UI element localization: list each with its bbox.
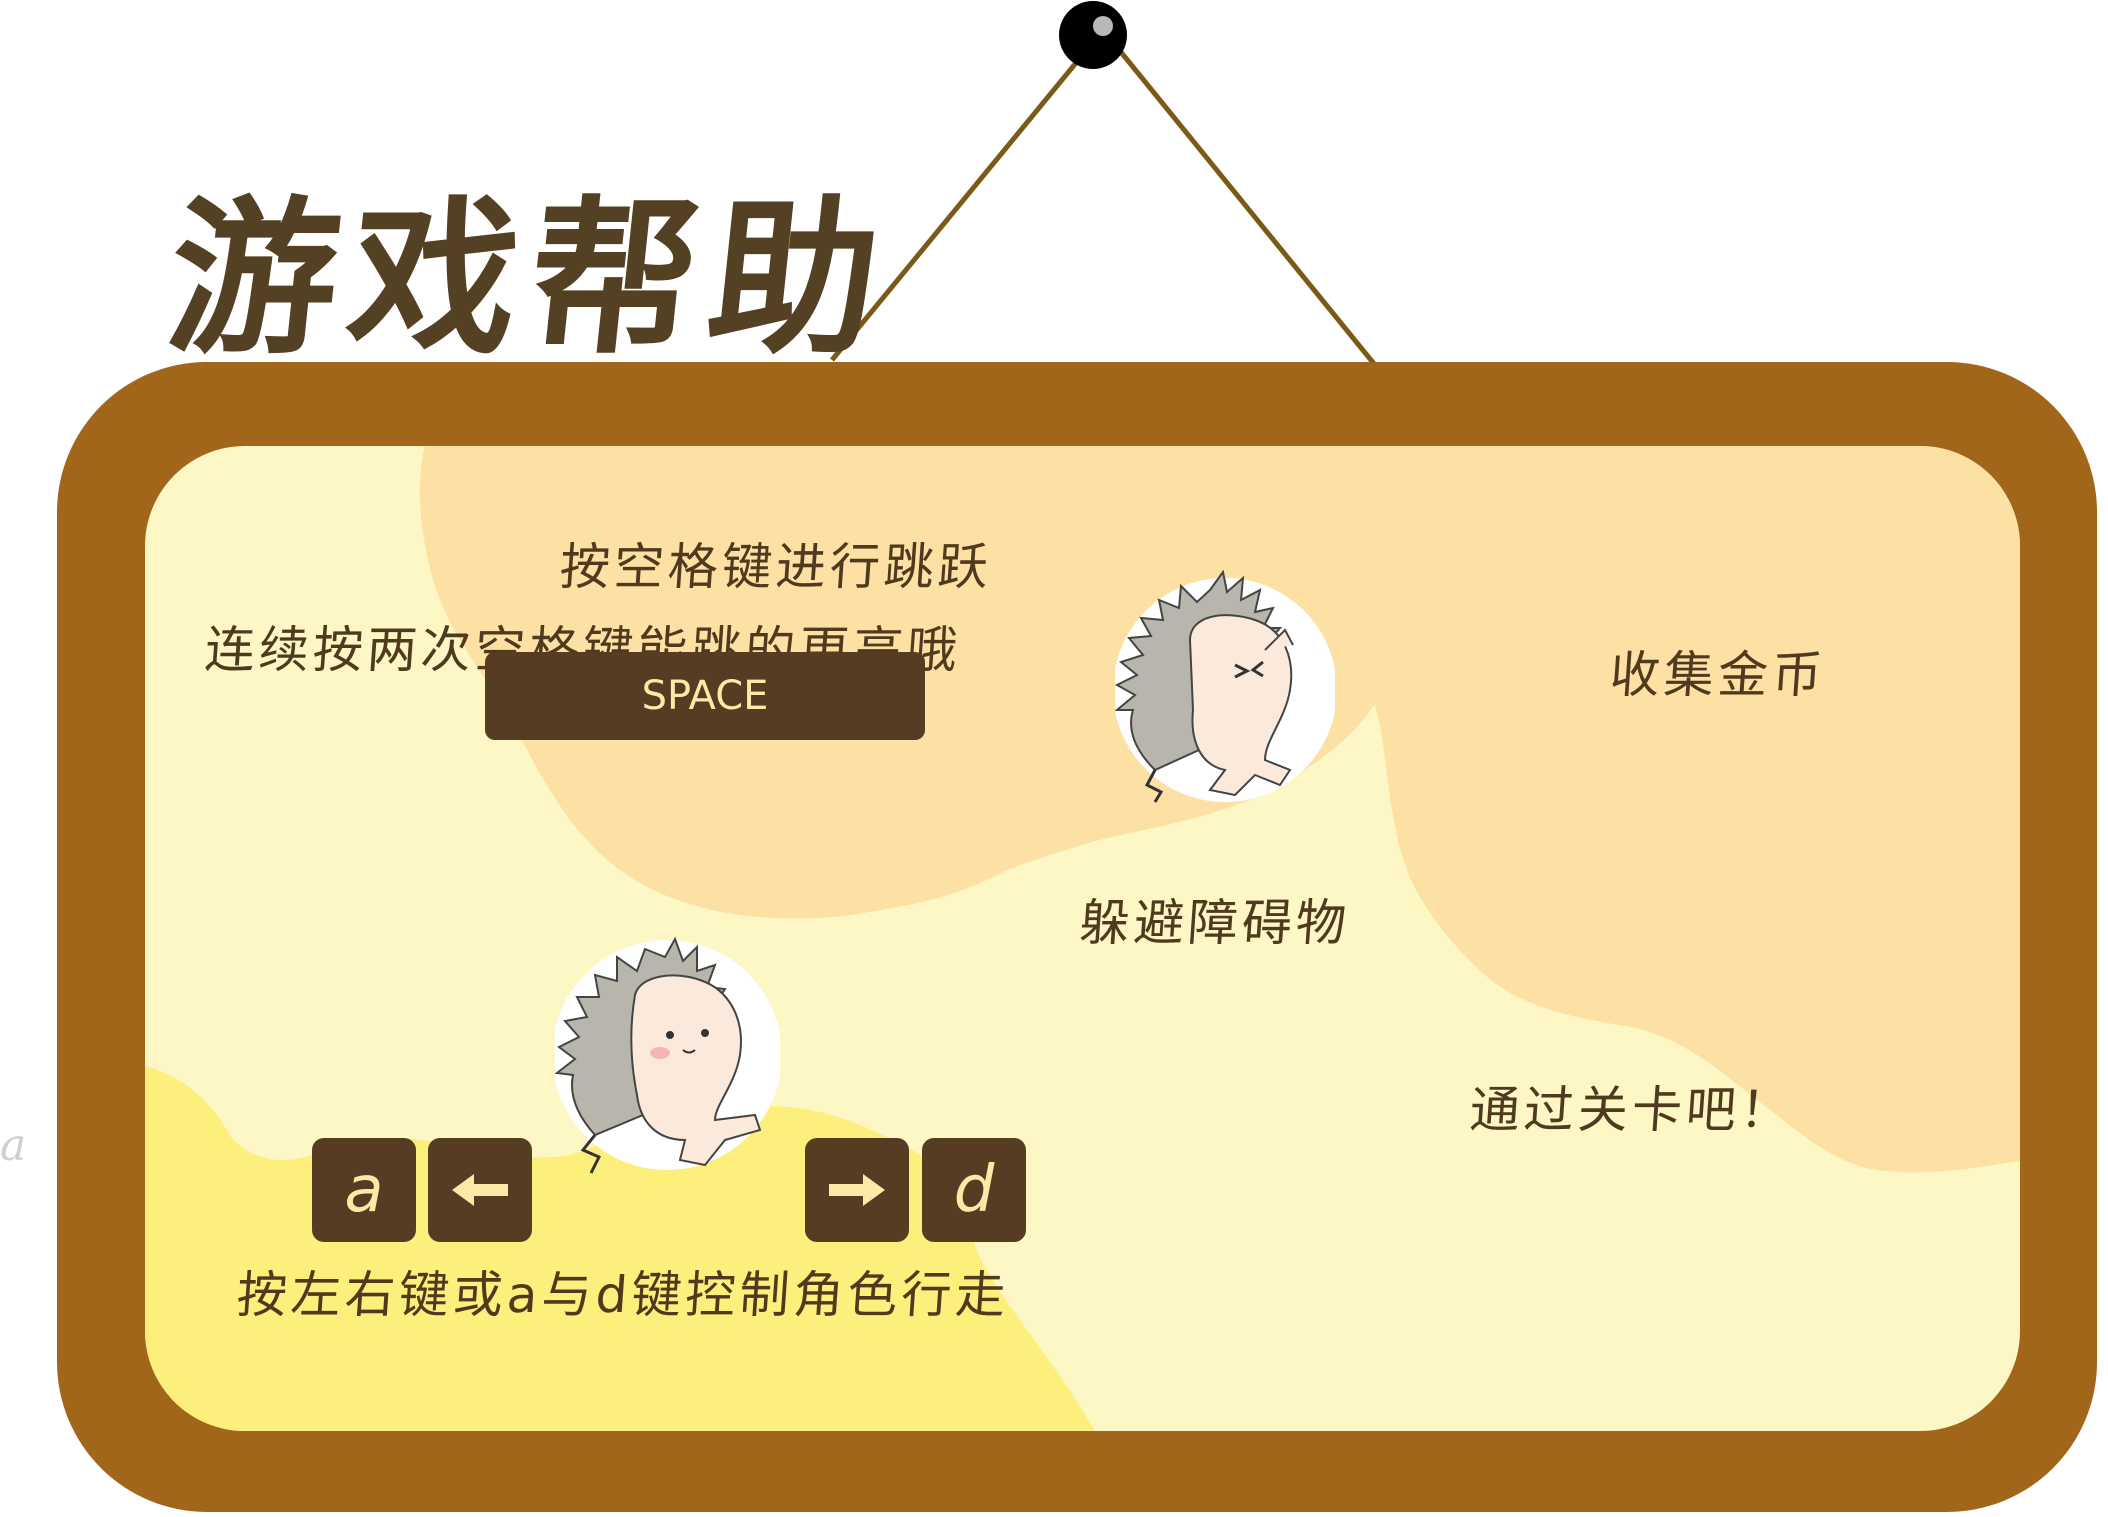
move-hint: 按左右键或a与d键控制角色行走 [234, 1266, 1012, 1324]
left-arrow-key[interactable] [428, 1138, 532, 1242]
hedgehog-running-character [1115, 570, 1335, 803]
wooden-sign-frame [57, 362, 2097, 1512]
d-key[interactable]: d [922, 1138, 1026, 1242]
space-key[interactable]: SPACE [485, 652, 925, 740]
avoid-obstacles-hint: 躲避障碍物 [1077, 894, 1353, 952]
arrow-left-icon [452, 1174, 508, 1206]
collect-coins-hint: 收集金币 [1607, 646, 1829, 704]
right-arrow-key[interactable] [805, 1138, 909, 1242]
a-key[interactable]: a [312, 1138, 416, 1242]
jump-hint: 按空格键进行跳跃 [557, 538, 995, 596]
stray-letter: a [0, 1120, 27, 1171]
hedgehog-walking-character [555, 936, 780, 1174]
page-title: 游戏帮助 [159, 181, 901, 377]
d-key-label: d [953, 1153, 995, 1227]
goal-hint: 通过关卡吧！ [1467, 1081, 1797, 1139]
space-key-label: SPACE [641, 673, 769, 719]
a-key-label: a [344, 1153, 384, 1227]
arrow-right-icon [829, 1174, 885, 1206]
pin-icon [1059, 1, 1127, 69]
